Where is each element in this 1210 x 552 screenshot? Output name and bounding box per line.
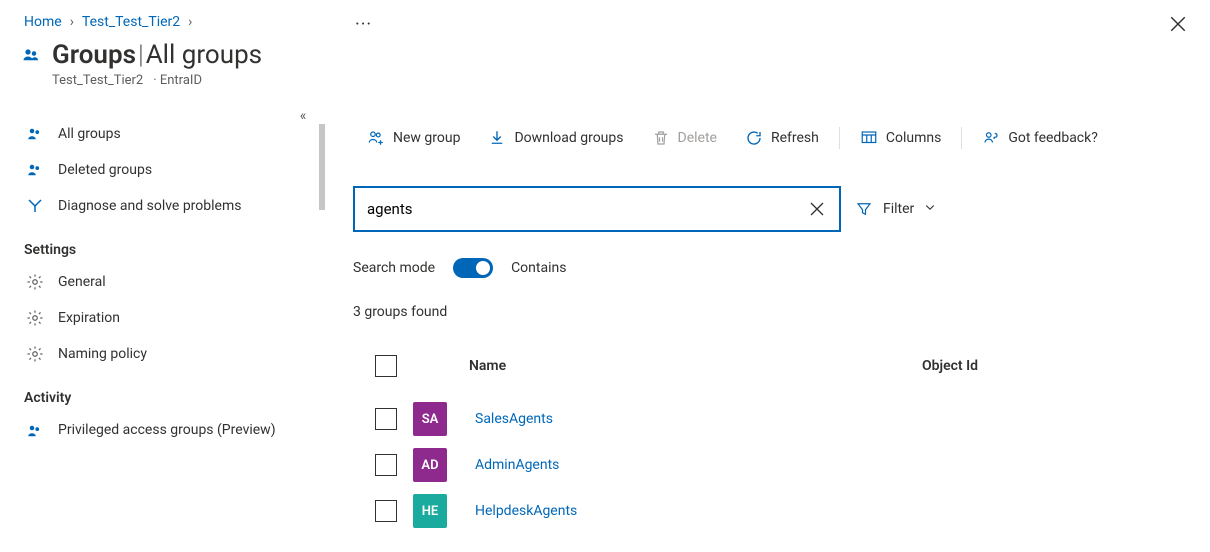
toolbar-label: Delete (678, 130, 717, 146)
sidebar-section-activity: Activity (22, 372, 307, 412)
group-avatar: SA (413, 402, 447, 436)
sidebar-nav: All groups Deleted groups Diagnose and s… (22, 116, 325, 449)
sidebar-item-diagnose[interactable]: Diagnose and solve problems (22, 188, 307, 224)
row-checkbox[interactable] (375, 500, 397, 522)
sidebar-item-general[interactable]: General (22, 264, 307, 300)
filter-icon (855, 200, 873, 218)
trash-icon (652, 129, 670, 147)
chevron-right-icon: › (188, 14, 192, 30)
search-input[interactable] (367, 200, 803, 218)
breadcrumb-item-tenant[interactable]: Test_Test_Tier2 (82, 14, 180, 30)
refresh-icon (745, 129, 763, 147)
sidebar-item-expiration[interactable]: Expiration (22, 300, 307, 336)
new-group-button[interactable]: New group (353, 123, 474, 153)
groups-icon (26, 125, 44, 143)
table-row: HE HelpdeskAgents (353, 488, 1182, 534)
sidebar-item-label: Deleted groups (58, 162, 152, 178)
columns-icon (860, 129, 878, 147)
directory-type: EntraID (153, 73, 202, 88)
results-table: Name Object Id SA SalesAgents AD AdminAg… (353, 344, 1182, 534)
sidebar-item-label: Expiration (58, 310, 120, 326)
sidebar: Groups|All groups Test_Test_Tier2 EntraI… (0, 40, 325, 544)
columns-button[interactable]: Columns (846, 123, 955, 153)
search-input-wrapper (353, 186, 841, 232)
more-button[interactable]: ··· (355, 14, 372, 35)
tenant-name: Test_Test_Tier2 (52, 73, 143, 88)
search-mode-toggle[interactable] (453, 258, 493, 278)
sidebar-item-naming-policy[interactable]: Naming policy (22, 336, 307, 372)
toolbar-label: Columns (886, 130, 941, 146)
page-title: Groups|All groups (52, 40, 262, 71)
group-link[interactable]: HelpdeskAgents (469, 503, 577, 519)
result-count: 3 groups found (353, 304, 1182, 320)
sidebar-section-settings: Settings (22, 224, 307, 264)
toolbar: New group Download groups Delete Refresh (353, 118, 1182, 158)
chevron-right-icon: › (70, 14, 74, 30)
download-groups-button[interactable]: Download groups (474, 123, 637, 153)
table-row: SA SalesAgents (353, 396, 1182, 442)
feedback-button[interactable]: Got feedback? (968, 123, 1112, 153)
column-header-name[interactable]: Name (469, 358, 922, 374)
sidebar-item-label: General (58, 274, 106, 290)
clear-search-button[interactable] (803, 195, 831, 223)
sidebar-item-label: Naming policy (58, 346, 147, 362)
group-add-icon (367, 129, 385, 147)
group-link[interactable]: AdminAgents (469, 457, 559, 473)
gear-icon (26, 309, 44, 327)
page-header: Groups|All groups Test_Test_Tier2 EntraI… (22, 40, 325, 88)
groups-icon (22, 46, 40, 64)
row-checkbox[interactable] (375, 454, 397, 476)
breadcrumb-item-home[interactable]: Home (24, 14, 62, 30)
select-all-checkbox[interactable] (375, 355, 397, 377)
toolbar-label: Refresh (771, 130, 819, 146)
column-header-objectid[interactable]: Object Id (922, 358, 1182, 374)
groups-icon (26, 161, 44, 179)
close-button[interactable] (1164, 10, 1192, 38)
group-avatar: AD (413, 448, 447, 482)
toolbar-label: New group (393, 130, 460, 146)
toolbar-label: Got feedback? (1008, 130, 1098, 146)
tools-icon (26, 197, 44, 215)
search-mode-value: Contains (511, 260, 566, 276)
gear-icon (26, 345, 44, 363)
sidebar-item-label: All groups (58, 126, 121, 142)
search-mode-label: Search mode (353, 260, 435, 276)
group-avatar: HE (413, 494, 447, 528)
collapse-sidebar-button[interactable]: « (291, 104, 315, 128)
delete-button: Delete (638, 123, 731, 153)
toolbar-label: Download groups (514, 130, 623, 146)
download-icon (488, 129, 506, 147)
add-filter-button[interactable]: Filter (855, 200, 936, 218)
sidebar-item-label: Privileged access groups (Preview) (58, 421, 276, 440)
groups-icon (26, 422, 44, 440)
toolbar-separator (961, 127, 962, 149)
chevron-down-icon (924, 201, 936, 217)
refresh-button[interactable]: Refresh (731, 123, 833, 153)
main-content: New group Download groups Delete Refresh (325, 40, 1210, 544)
filter-label: Filter (883, 201, 914, 217)
feedback-icon (982, 129, 1000, 147)
gear-icon (26, 273, 44, 291)
table-row: AD AdminAgents (353, 442, 1182, 488)
sidebar-item-privileged-access[interactable]: Privileged access groups (Preview) (22, 412, 307, 449)
toolbar-separator (839, 127, 840, 149)
sidebar-item-all-groups[interactable]: All groups (22, 116, 307, 152)
table-header: Name Object Id (353, 344, 1182, 388)
sidebar-item-label: Diagnose and solve problems (58, 198, 241, 214)
group-link[interactable]: SalesAgents (469, 411, 553, 427)
sidebar-item-deleted-groups[interactable]: Deleted groups (22, 152, 307, 188)
breadcrumb: Home › Test_Test_Tier2 › (0, 0, 1210, 40)
row-checkbox[interactable] (375, 408, 397, 430)
